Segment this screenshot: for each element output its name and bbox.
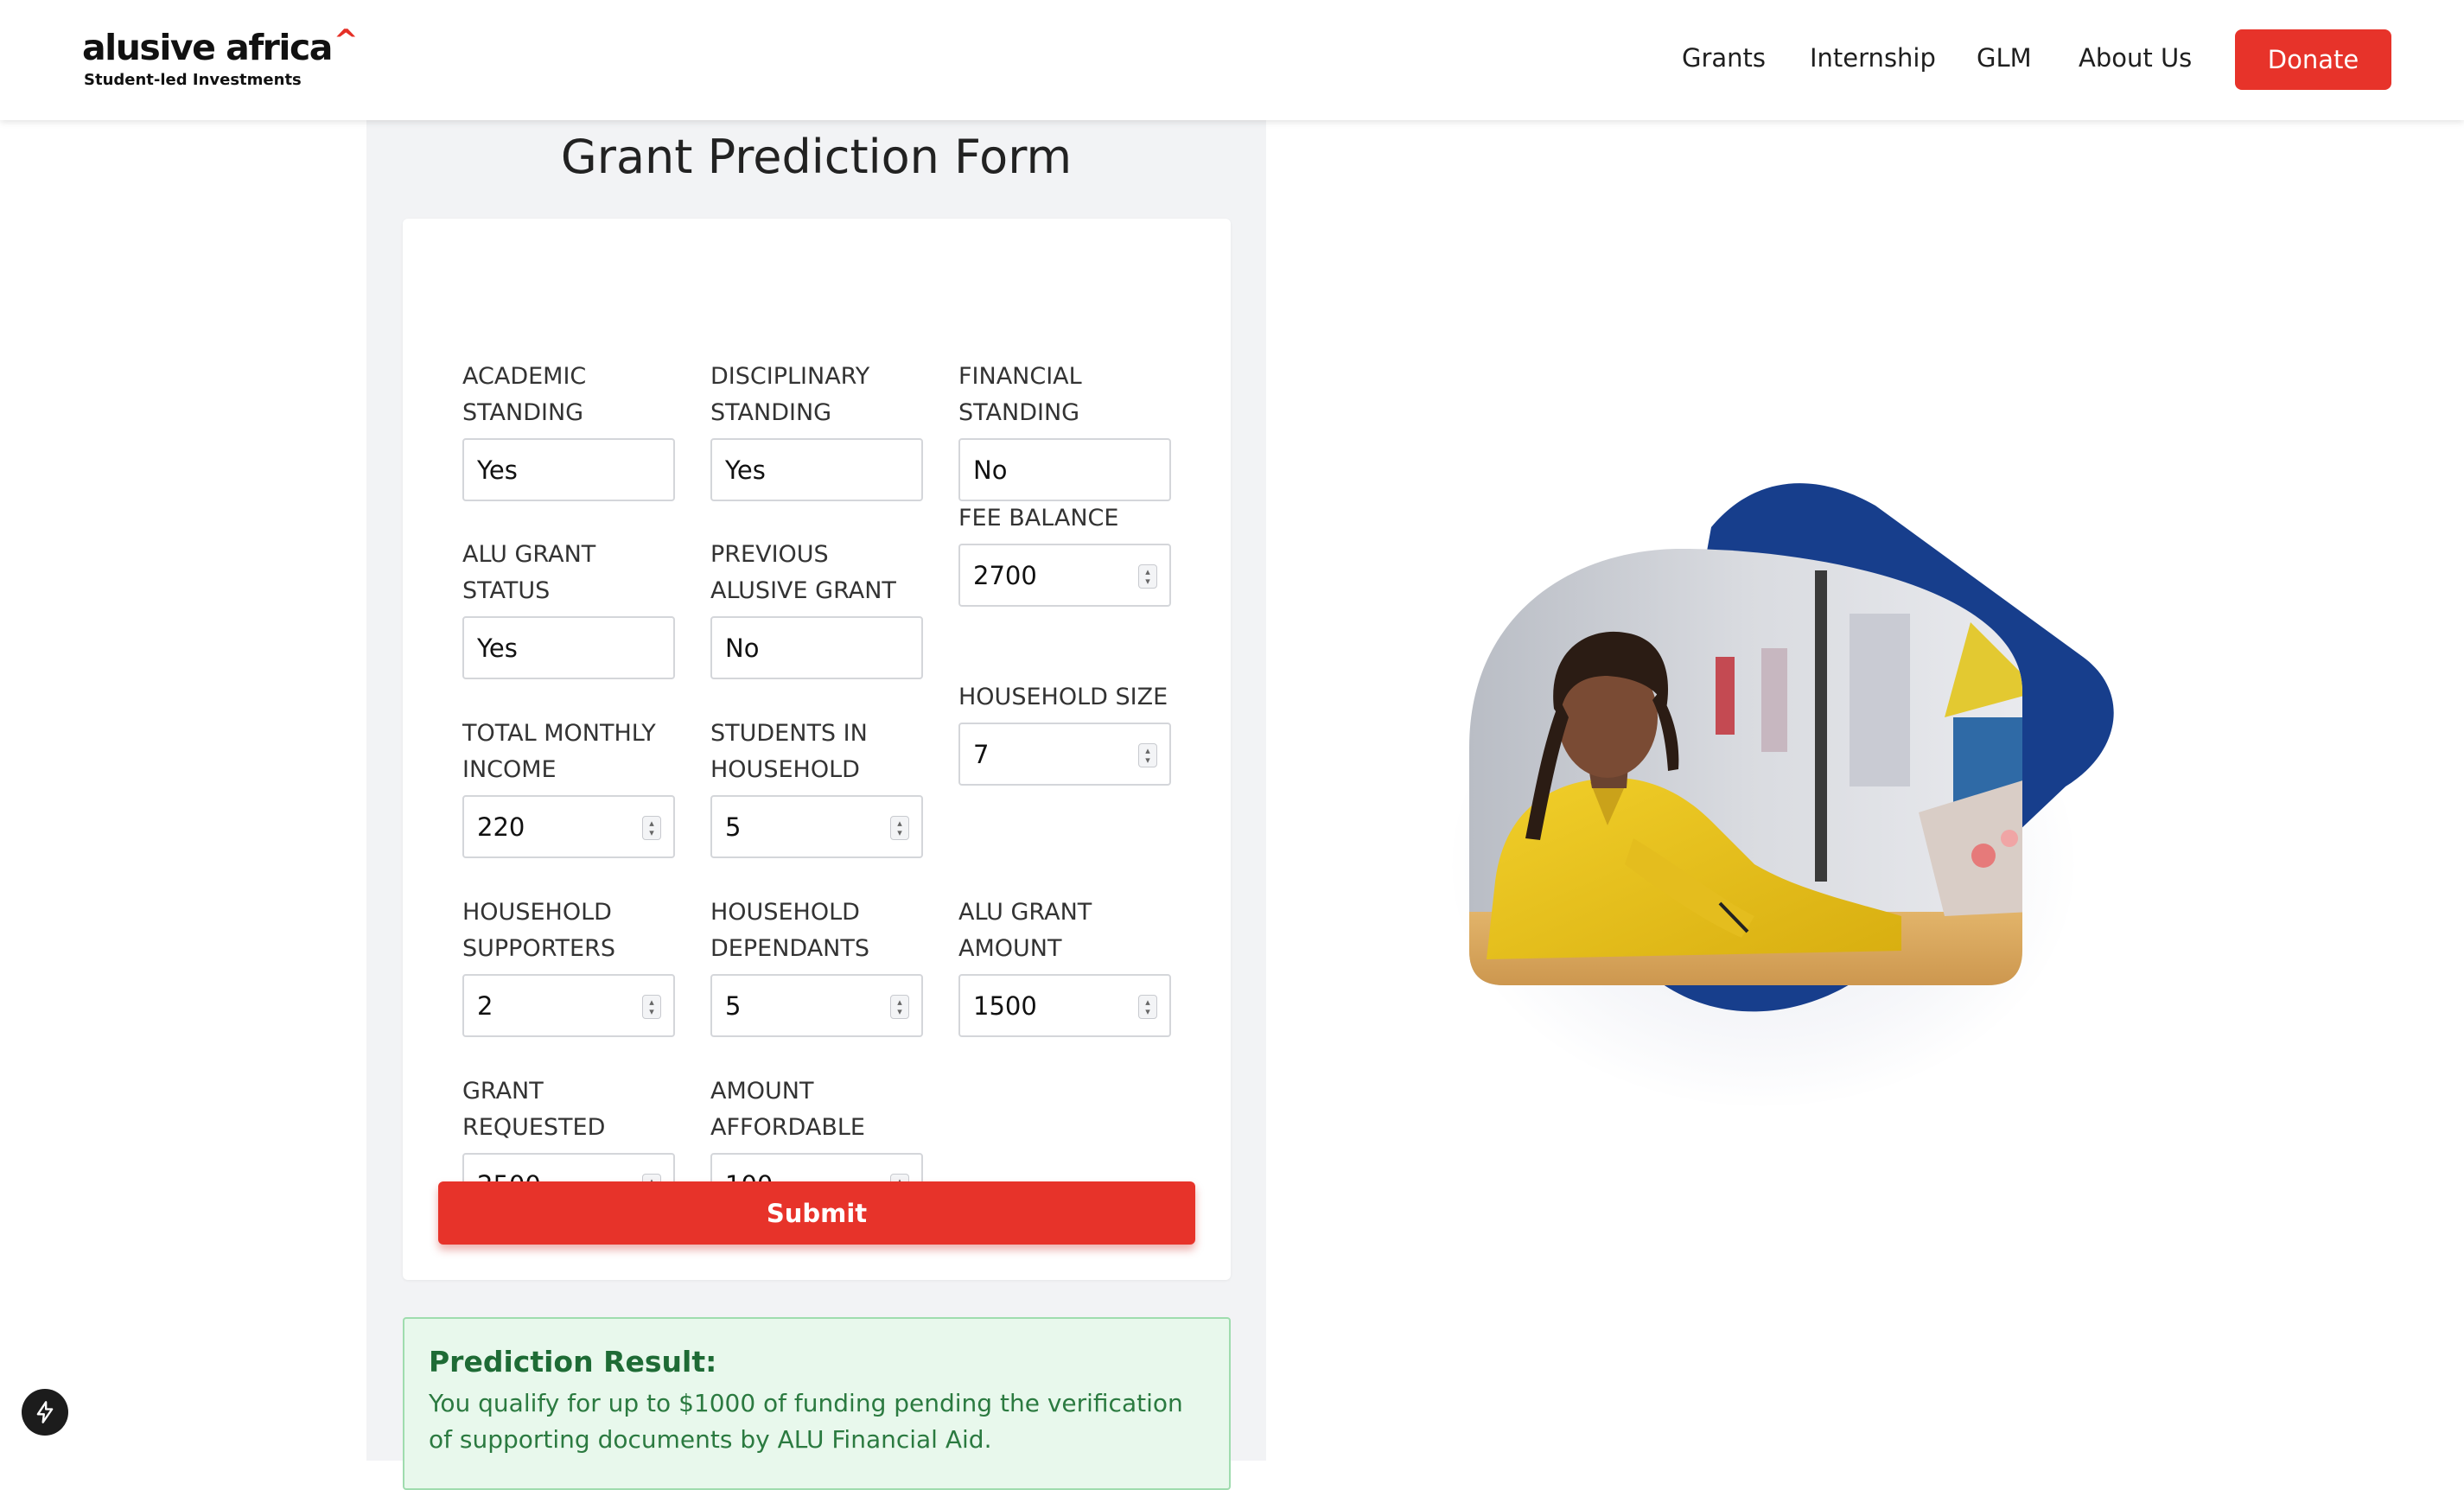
household-size-value: 7	[973, 739, 990, 769]
hero-illustration	[1348, 432, 2169, 1141]
field-alu-grant-status: ALU GRANT STATUS Yes	[462, 541, 675, 679]
result-title: Prediction Result:	[429, 1345, 717, 1379]
prediction-result: Prediction Result: You qualify for up to…	[403, 1317, 1231, 1490]
field-fee-balance: FEE BALANCE 2700 ▴ ▾	[958, 505, 1171, 607]
nav-link-about-us[interactable]: About Us	[2079, 43, 2192, 73]
result-text: You qualify for up to $1000 of funding p…	[429, 1389, 1183, 1454]
field-label: GRANT REQUESTED	[462, 1078, 606, 1141]
field-label: FEE BALANCE	[958, 505, 1119, 532]
household-supporters-input[interactable]: 2 ▴ ▾	[462, 974, 675, 1037]
student-photo	[1469, 483, 2114, 1012]
number-spinner-icon[interactable]: ▴▾	[642, 816, 661, 840]
household-supporters-value: 2	[477, 990, 493, 1021]
brand-wordmark: alusive africa	[82, 27, 333, 68]
financial-standing-select[interactable]: No	[958, 438, 1171, 501]
disciplinary-standing-select[interactable]: Yes	[710, 438, 923, 501]
site-header: alusive africa ^ Student-led Investments…	[0, 0, 2464, 120]
field-previous-alusive-grant: PREVIOUS ALUSIVE GRANT No	[710, 541, 923, 679]
household-dependants-value: 5	[725, 990, 742, 1021]
field-label: PREVIOUS ALUSIVE GRANT	[710, 541, 896, 604]
brand-name: alusive africa ^	[82, 23, 359, 69]
fee-balance-value: 2700	[973, 560, 1037, 590]
field-label: AMOUNT AFFORDABLE	[710, 1078, 865, 1141]
household-dependants-input[interactable]: 5 ▴ ▾	[710, 974, 923, 1037]
field-label: STUDENTS IN HOUSEHOLD	[710, 720, 868, 783]
field-label: ALU GRANT AMOUNT	[958, 899, 1092, 962]
students-in-household-input[interactable]: 5 ▴ ▾	[710, 795, 923, 858]
donate-button[interactable]: Donate	[2235, 29, 2391, 90]
total-monthly-income-value: 220	[477, 812, 525, 842]
field-label: HOUSEHOLD SIZE	[958, 684, 1168, 710]
field-label: ALU GRANT STATUS	[462, 541, 596, 604]
alu-grant-status-select[interactable]: Yes	[462, 616, 675, 679]
students-in-household-value: 5	[725, 812, 742, 842]
field-label: DISCIPLINARY STANDING	[710, 363, 870, 426]
field-disciplinary-standing: DISCIPLINARY STANDING Yes	[710, 363, 923, 501]
submit-button[interactable]: Submit	[438, 1181, 1195, 1245]
page-title: Grant Prediction Form	[560, 130, 1073, 184]
field-label: FINANCIAL STANDING	[958, 363, 1082, 426]
previous-alusive-grant-select[interactable]: No	[710, 616, 923, 679]
number-spinner-icon[interactable]: ▴▾	[890, 816, 909, 840]
fee-balance-input[interactable]: 2700 ▴ ▾	[958, 544, 1171, 607]
brand-tagline: Student-led Investments	[84, 71, 302, 89]
number-spinner-icon[interactable]: ▴▾	[642, 995, 661, 1019]
academic-standing-select[interactable]: Yes	[462, 438, 675, 501]
number-spinner-icon[interactable]: ▴▾	[1138, 564, 1157, 589]
form-section: Grant Prediction Form ACADEMIC STANDING …	[366, 120, 1266, 1490]
field-financial-standing: FINANCIAL STANDING No	[958, 363, 1171, 501]
alu-grant-amount-input[interactable]: 1500 ▴ ▾	[958, 974, 1171, 1037]
field-label: HOUSEHOLD SUPPORTERS	[462, 899, 615, 962]
nav-link-internship[interactable]: Internship	[1810, 43, 1936, 73]
number-spinner-icon[interactable]: ▴▾	[1138, 995, 1157, 1019]
field-academic-standing: ACADEMIC STANDING Yes	[462, 363, 675, 501]
number-spinner-icon[interactable]: ▴▾	[1138, 743, 1157, 767]
brand-logo[interactable]: alusive africa ^ Student-led Investments	[82, 23, 359, 89]
grant-form-card: ACADEMIC STANDING Yes DISCIPLINARY STAND…	[403, 219, 1231, 1280]
field-household-size: HOUSEHOLD SIZE 7 ▴ ▾	[958, 684, 1171, 786]
total-monthly-income-input[interactable]: 220 ▴ ▾	[462, 795, 675, 858]
nav-link-glm[interactable]: GLM	[1977, 43, 2032, 73]
number-spinner-icon[interactable]: ▴▾	[890, 995, 909, 1019]
field-total-monthly-income: TOTAL MONTHLY INCOME 220 ▴ ▾	[462, 720, 675, 858]
field-household-supporters: HOUSEHOLD SUPPORTERS 2 ▴ ▾	[462, 899, 675, 1037]
field-label: ACADEMIC STANDING	[462, 363, 587, 426]
nav-link-grants[interactable]: Grants	[1682, 43, 1766, 73]
field-label: TOTAL MONTHLY INCOME	[462, 720, 656, 783]
lightning-bolt-icon[interactable]	[22, 1389, 68, 1436]
household-size-input[interactable]: 7 ▴ ▾	[958, 723, 1171, 786]
brand-caret: ^	[333, 23, 359, 58]
alu-grant-amount-value: 1500	[973, 990, 1037, 1021]
field-household-dependants: HOUSEHOLD DEPENDANTS 5 ▴ ▾	[710, 899, 923, 1037]
field-alu-grant-amount: ALU GRANT AMOUNT 1500 ▴ ▾	[958, 899, 1171, 1037]
field-students-in-household: STUDENTS IN HOUSEHOLD 5 ▴ ▾	[710, 720, 923, 858]
field-label: HOUSEHOLD DEPENDANTS	[710, 899, 870, 962]
